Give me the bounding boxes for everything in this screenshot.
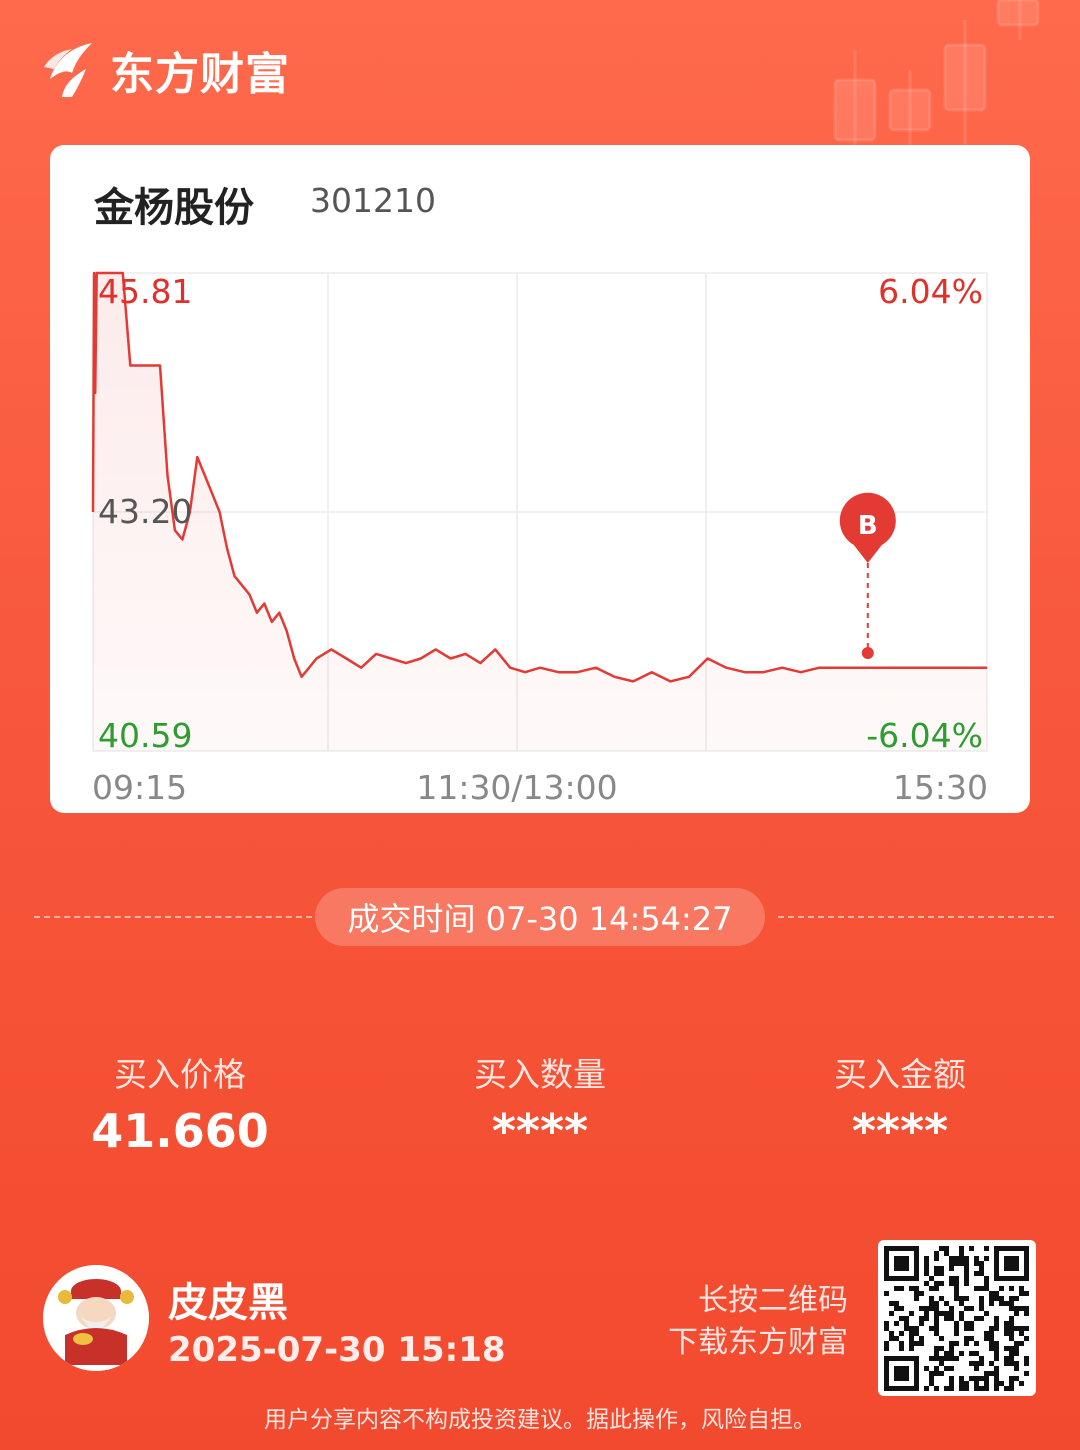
stat-buy-amount: 买入金额 **** — [720, 1048, 1080, 1158]
qr-code-icon — [884, 1246, 1029, 1391]
left-dashed-divider — [34, 916, 312, 918]
user-name: 皮皮黑 — [168, 1280, 288, 1326]
stat-buy-price: 买入价格 41.660 — [0, 1048, 360, 1158]
right-dashed-divider — [778, 916, 1054, 918]
stat-buy-quantity: 买入数量 **** — [360, 1048, 720, 1158]
pct-label-low: -6.04% — [866, 716, 983, 755]
pct-label-high: 6.04% — [878, 272, 983, 311]
avatar[interactable] — [43, 1265, 149, 1371]
qr-hint: 长按二维码 下载东方财富 — [668, 1280, 848, 1364]
stat-label: 买入价格 — [114, 1055, 246, 1094]
brand-header: 东方财富 — [42, 38, 290, 102]
share-date: 2025-07-30 15:18 — [168, 1330, 506, 1370]
buy-marker: B — [839, 492, 896, 660]
stock-chart-card: 金杨股份 301210 45.81 43.20 40.59 6.04% -6.0… — [50, 145, 1030, 813]
disclaimer: 用户分享内容不构成投资建议。据此操作，风险自担。 — [264, 1407, 816, 1433]
brand-name: 东方财富 — [110, 49, 290, 100]
x-tick-midday: 11:30/13:00 — [416, 768, 617, 807]
stat-value: **** — [851, 1104, 949, 1158]
y-label-low: 40.59 — [98, 716, 192, 755]
stat-value: 41.660 — [91, 1104, 269, 1158]
caishen-avatar-icon — [43, 1265, 149, 1371]
qr-hint-line2: 下载东方财富 — [668, 1325, 848, 1360]
qr-hint-line1: 长按二维码 — [698, 1283, 848, 1318]
stat-label: 买入数量 — [474, 1055, 606, 1094]
trade-time-row: 成交时间 07-30 14:54:27 — [0, 888, 1080, 946]
y-label-reference: 43.20 — [98, 492, 192, 531]
buy-marker-label: B — [858, 511, 878, 541]
intraday-price-chart: 45.81 43.20 40.59 6.04% -6.04% 09:15 11:… — [91, 271, 988, 807]
trade-time-pill: 成交时间 07-30 14:54:27 — [315, 888, 765, 946]
x-tick-close: 15:30 — [893, 768, 988, 807]
x-tick-open: 09:15 — [92, 768, 187, 807]
brand-logo-icon — [44, 43, 92, 97]
qr-code[interactable] — [878, 1240, 1036, 1396]
y-label-high: 45.81 — [98, 272, 192, 311]
stat-value: **** — [491, 1104, 589, 1158]
buy-marker-dot — [861, 647, 874, 660]
stat-label: 买入金额 — [834, 1055, 966, 1094]
